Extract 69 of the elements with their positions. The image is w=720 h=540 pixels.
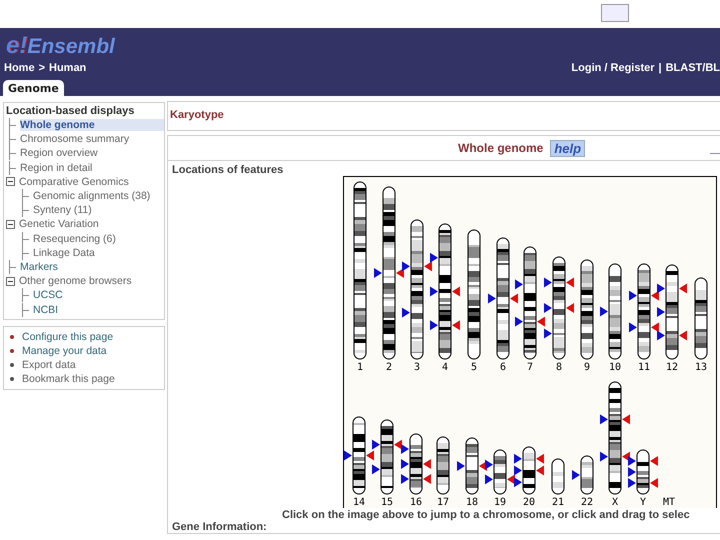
nav-item[interactable]: Markers [20, 260, 58, 273]
chromosome-label[interactable]: 10 [608, 362, 622, 373]
chromosome-drawing[interactable] [457, 438, 487, 494]
section-label: Locations of features [171, 163, 284, 176]
chromosome-label[interactable]: 16 [410, 497, 422, 508]
chromosome-label[interactable]: 17 [436, 497, 450, 508]
breadcrumb-link[interactable]: Human [49, 62, 86, 74]
chromosome-drawing[interactable] [430, 224, 460, 360]
chromosome-drawing[interactable] [629, 264, 659, 360]
chromosome-drawing[interactable] [694, 278, 708, 360]
genome-tab[interactable]: Genome [3, 80, 64, 96]
chromosome-drawing[interactable] [488, 238, 518, 360]
chromosome-drawing[interactable] [515, 246, 545, 360]
chromosome-label[interactable]: 18 [466, 497, 478, 508]
chromosome-drawing[interactable] [401, 434, 431, 494]
page-title: Karyotype [170, 109, 224, 121]
chromosome-label[interactable]: 9 [584, 362, 590, 373]
chromosome-drawing[interactable] [514, 446, 544, 494]
chromosome-drawing[interactable] [600, 382, 630, 494]
panel-title: Location-based displays [5, 104, 136, 118]
header-link[interactable]: Login / Register [571, 62, 655, 74]
chromosome-drawing[interactable] [580, 260, 594, 360]
breadcrumb-link[interactable]: Home [4, 62, 35, 74]
chromosome-drawing[interactable] [344, 416, 374, 494]
chromosome-label[interactable]: X [612, 497, 618, 508]
panel-title: Whole genome [458, 141, 544, 155]
chromosome-drawing[interactable] [402, 220, 432, 360]
chromosome-drawing[interactable] [600, 264, 622, 360]
chromosome-label[interactable]: 2 [386, 362, 392, 373]
chromosome-drawing[interactable] [552, 458, 564, 494]
chromosome-label[interactable]: 15 [380, 497, 394, 508]
chromosome-label[interactable]: 22 [580, 497, 594, 508]
chromosome-drawing[interactable] [572, 456, 594, 494]
chromosome-label[interactable]: 13 [694, 362, 708, 373]
chromosome-drawing[interactable] [657, 264, 687, 360]
chromosome-label[interactable]: 14 [352, 497, 366, 508]
chromosome-label[interactable]: 5 [470, 362, 478, 373]
chromosome-drawing[interactable] [436, 436, 450, 494]
chromosome-drawing[interactable] [628, 450, 658, 494]
chromosome-label[interactable]: 3 [414, 362, 420, 373]
chromosome-label[interactable]: MT [662, 497, 676, 508]
chromosome-drawing[interactable] [544, 256, 574, 360]
nav-item[interactable]: Whole genome [20, 119, 164, 132]
chromosome-label[interactable]: 1 [356, 362, 364, 373]
chromosome-label[interactable]: 4 [442, 362, 448, 373]
logo-text[interactable]: Ensembl [27, 35, 115, 58]
header-link[interactable]: BLAST/BL [666, 62, 720, 74]
chromosome-label[interactable]: 19 [494, 497, 506, 508]
chromosome-label[interactable]: Y [640, 497, 646, 508]
chromosome-drawing[interactable] [354, 182, 366, 360]
chromosome-label[interactable]: 8 [556, 362, 562, 373]
breadcrumb-separator: > [38, 62, 45, 74]
action-link[interactable]: Configure this page [22, 330, 114, 343]
karyotype-canvas[interactable]: 1 2 3 4 5 6 7 8 9 10 11 12 13 14 15 16 17 18 19 20 21 22 X Y MT [343, 176, 717, 508]
link-separator: | [658, 62, 662, 74]
chromosome-label[interactable]: 20 [522, 497, 536, 508]
chromosome-label[interactable]: 12 [666, 362, 678, 373]
chromosome-label[interactable]: 7 [526, 362, 534, 373]
chromosome-label[interactable]: 21 [552, 497, 564, 508]
help-button[interactable]: help [550, 140, 586, 156]
caption-text: Click on the image above to jump to a chromosome, or click and drag to selec [281, 509, 691, 521]
chromosome-label[interactable]: 6 [500, 362, 506, 373]
chromosome-drawing[interactable] [468, 230, 480, 360]
section-label: Gene Information: [171, 521, 268, 533]
chromosome-drawing[interactable] [374, 186, 404, 360]
action-link[interactable]: Manage your data [22, 344, 107, 357]
chromosome-drawing[interactable] [372, 420, 402, 494]
chromosome-label[interactable]: 11 [638, 362, 650, 373]
chromosome-drawing[interactable] [485, 450, 515, 494]
